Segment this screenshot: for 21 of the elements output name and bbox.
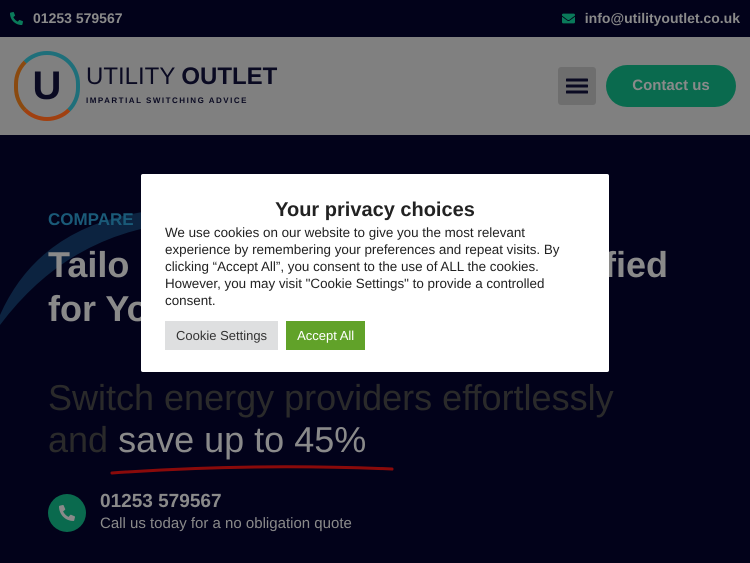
phone-icon: [10, 12, 23, 25]
logo-name-bold: OUTLET: [181, 65, 278, 89]
logo-name: UTILITY: [86, 65, 176, 89]
accept-button[interactable]: Accept All: [286, 321, 366, 350]
dialog-title: Your privacy choices: [274, 198, 476, 222]
dialog-text: We use cookies on our website to give you the most relevant experience by remembering your preferences and repeat visits. By clicking “Accept All”, you consent to the use of ALL the cookies. However, you may visit "Cookie Settings" to provide a controlled consent.: [165, 224, 560, 309]
call-note: Call us today for a no obligation quote: [100, 514, 352, 534]
logo-letter: U: [32, 66, 62, 106]
phone-number[interactable]: 01253 579567: [33, 8, 123, 29]
email-address[interactable]: info@utilityoutlet.co.uk: [584, 8, 740, 29]
phone-badge[interactable]: [48, 494, 86, 532]
phone-icon: [59, 505, 75, 522]
settings-button[interactable]: Cookie Settings: [165, 321, 278, 350]
highlight-text: save up to 45%: [118, 419, 366, 460]
logo-tagline: IMPARTIAL SWITCHING ADVICE: [86, 95, 249, 107]
email-icon: [562, 12, 575, 25]
call-number: 01253 579567: [100, 491, 223, 513]
eyebrow-text: COMPARE: [48, 209, 134, 229]
headline-text: Tailo: [48, 243, 130, 287]
menu-button[interactable]: [558, 67, 596, 105]
menu-icon: [566, 78, 588, 94]
